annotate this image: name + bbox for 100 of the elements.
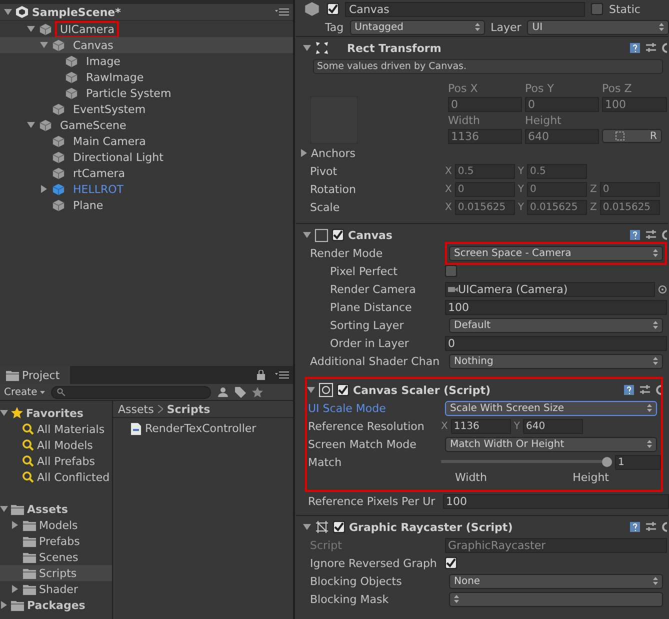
folder-row[interactable]: Shader — [0, 581, 112, 597]
hierarchy-row[interactable]: RawImage — [0, 69, 293, 85]
expand-arrow-icon[interactable] — [4, 8, 12, 16]
dropdown[interactable]: Screen Space - Camera — [449, 246, 663, 260]
expand-arrow-icon[interactable] — [307, 386, 315, 394]
number-field[interactable]: 100 — [443, 494, 669, 508]
expand-arrow-icon[interactable] — [0, 601, 8, 609]
foldout-arrow-icon[interactable] — [300, 149, 308, 157]
dropdown-arrows-icon — [647, 440, 652, 448]
help-icon[interactable] — [629, 42, 641, 54]
property-label: Render Camera — [329, 282, 417, 296]
expand-arrow-icon[interactable] — [303, 231, 311, 239]
menu-icon[interactable] — [275, 8, 289, 16]
sliders-icon[interactable] — [645, 42, 657, 54]
favorite-item[interactable]: All Models — [37, 438, 93, 452]
folder-row[interactable]: Models — [0, 517, 112, 533]
expand-arrow-icon[interactable] — [27, 121, 35, 129]
sliders-icon[interactable] — [645, 521, 657, 533]
checkbox[interactable] — [327, 3, 339, 15]
expand-arrow-icon[interactable] — [303, 44, 311, 52]
dropdown-arrows-icon — [653, 249, 658, 257]
dropdown[interactable]: UI — [527, 20, 669, 34]
number-field[interactable]: 1136 — [450, 418, 511, 434]
number-field[interactable]: 0 — [445, 336, 667, 350]
hierarchy-row[interactable]: Particle System — [0, 85, 293, 101]
object-picker-icon[interactable] — [658, 284, 667, 294]
component-title[interactable]: Canvas — [348, 228, 625, 242]
help-icon[interactable] — [623, 384, 635, 396]
expand-arrow-icon[interactable] — [11, 585, 19, 593]
checkbox[interactable] — [333, 521, 345, 533]
dropdown[interactable]: None — [449, 574, 663, 588]
object-field[interactable]: UICamera (Camera) — [445, 282, 655, 296]
favorite-item[interactable]: All Materials — [37, 422, 105, 436]
menu-icon[interactable] — [275, 371, 289, 379]
dropdown[interactable]: Default — [449, 318, 663, 332]
hierarchy-row[interactable]: Main Camera — [0, 133, 293, 149]
scaler-icon — [319, 383, 333, 397]
favorite-item[interactable]: All Prefabs — [37, 454, 95, 468]
favorite-item[interactable]: All Conflicted — [37, 470, 110, 484]
component-title[interactable]: Rect Transform — [333, 42, 625, 54]
property-label: Additional Shader Chan — [310, 354, 441, 368]
checkbox[interactable] — [591, 3, 603, 15]
breadcrumb-item[interactable]: Scripts — [166, 402, 210, 416]
checkbox[interactable] — [337, 384, 349, 396]
hierarchy-row[interactable]: GameScene — [0, 117, 293, 133]
section-title[interactable]: Packages — [27, 598, 86, 612]
help-icon[interactable] — [629, 229, 641, 241]
project-tab[interactable]: Project — [0, 366, 70, 384]
star-icon[interactable] — [252, 386, 264, 398]
property-label: Blocking Mask — [310, 592, 390, 606]
component-title[interactable]: Graphic Raycaster (Script) — [349, 520, 625, 534]
dropdown[interactable]: Match Width Or Height — [445, 436, 657, 452]
create-button[interactable]: Create — [4, 386, 46, 398]
checkbox[interactable] — [445, 557, 457, 569]
expand-arrow-icon[interactable] — [27, 25, 35, 33]
expand-arrow-icon[interactable] — [40, 41, 48, 49]
file-name[interactable]: RenderTexController — [145, 422, 256, 435]
section-title[interactable]: Favorites — [26, 406, 84, 420]
checkbox[interactable] — [445, 265, 457, 277]
section-title[interactable]: Assets — [27, 502, 68, 516]
folder-row[interactable]: Scenes — [0, 549, 112, 565]
hierarchy-row[interactable]: Image — [0, 53, 293, 69]
search-field[interactable] — [51, 386, 212, 398]
expand-arrow-icon[interactable] — [0, 505, 8, 513]
name-field[interactable]: Canvas — [345, 2, 585, 16]
slider-thumb[interactable] — [602, 457, 612, 467]
folder-icon — [23, 536, 36, 546]
hierarchy-row[interactable]: Plane — [0, 197, 293, 213]
number-field[interactable]: 640 — [522, 418, 583, 434]
checkbox[interactable] — [332, 229, 344, 241]
dropdown[interactable]: Scale With Screen Size — [445, 400, 657, 416]
expand-arrow-icon[interactable] — [11, 521, 19, 529]
lock-icon[interactable] — [257, 370, 265, 380]
sliders-icon[interactable] — [645, 229, 657, 241]
hierarchy-row[interactable]: EventSystem — [0, 101, 293, 117]
help-icon[interactable] — [629, 521, 641, 533]
search-icon — [22, 423, 34, 435]
expand-arrow-icon[interactable] — [303, 523, 311, 531]
dropdown[interactable]: Nothing — [449, 354, 663, 368]
expand-arrow-icon[interactable] — [40, 185, 48, 193]
tag-icon[interactable] — [235, 386, 246, 398]
hierarchy-row[interactable]: rtCamera — [0, 165, 293, 181]
number-field[interactable]: 100 — [445, 300, 667, 314]
move-arrows-icon — [315, 41, 329, 55]
folder-row[interactable]: Prefabs — [0, 533, 112, 549]
hierarchy-row[interactable]: Canvas — [0, 37, 293, 53]
hierarchy-row[interactable]: HELLROT — [0, 181, 293, 197]
breadcrumb-item[interactable]: Assets — [118, 402, 154, 416]
foldout-label[interactable]: Anchors — [308, 146, 443, 160]
number-field[interactable]: 1 — [615, 454, 661, 470]
hierarchy-row[interactable]: Directional Light — [0, 149, 293, 165]
filter-type-icon[interactable] — [217, 387, 230, 397]
expand-arrow-icon[interactable] — [0, 409, 8, 417]
search-icon — [22, 471, 34, 483]
component-title[interactable]: Canvas Scaler (Script) — [353, 384, 619, 396]
axis-label: Y — [514, 420, 520, 432]
property-label: Scale — [310, 200, 341, 214]
folder-row[interactable]: Scripts — [0, 565, 112, 581]
dropdown[interactable]: Untagged — [350, 20, 485, 34]
sliders-icon[interactable] — [639, 384, 651, 396]
